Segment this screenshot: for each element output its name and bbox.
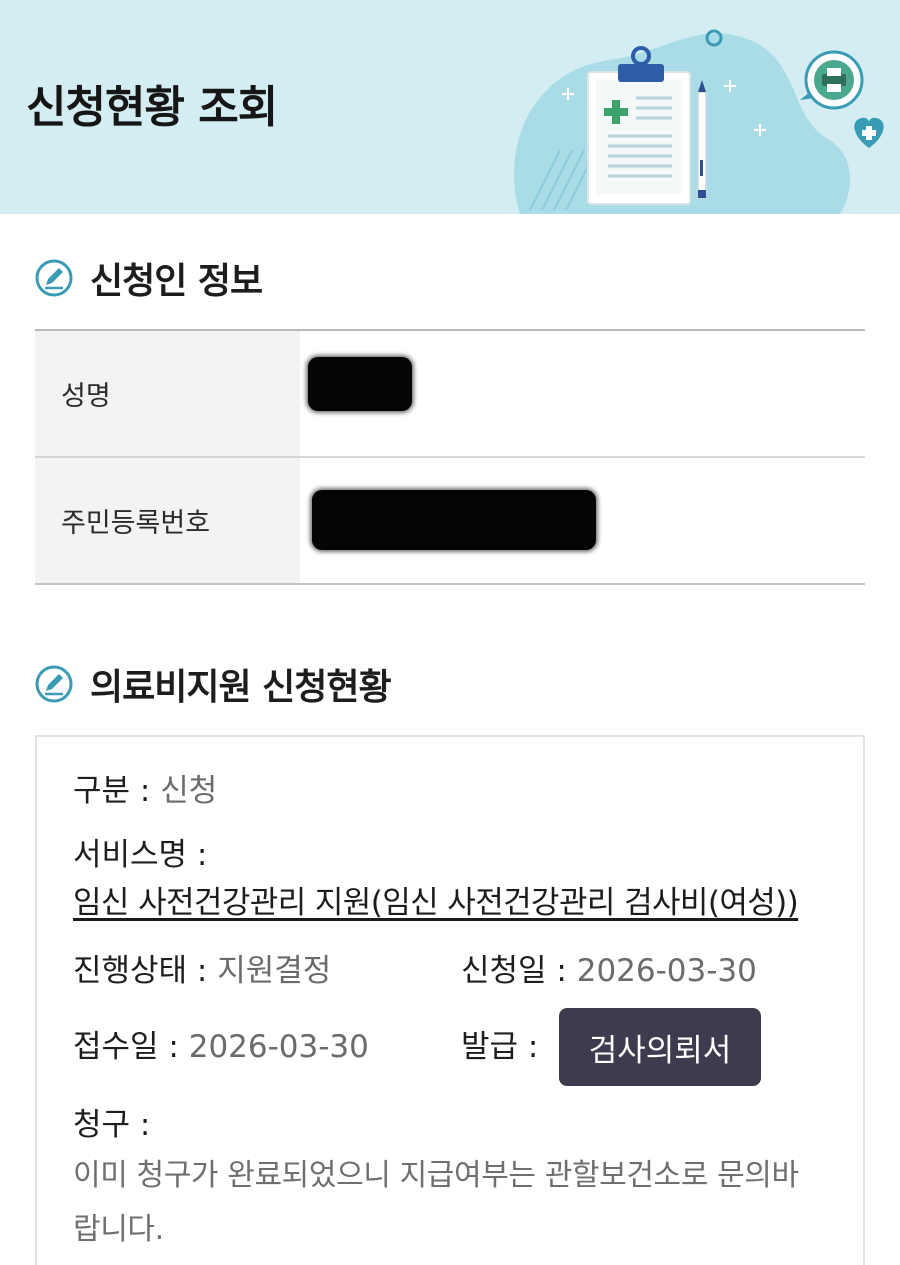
progress-label: 진행상태 :: [73, 953, 208, 989]
exam-request-button[interactable]: 검사의뢰서: [559, 1008, 761, 1086]
progress-field: 진행상태 : 지원결정: [73, 951, 331, 991]
name-value: [300, 331, 865, 456]
service-label: 서비스명 :: [73, 837, 208, 873]
claim-field: 청구 :: [73, 1105, 150, 1145]
issue-label: 발급 :: [461, 1029, 539, 1065]
support-status-heading: 의료비지원 신청현황: [34, 662, 392, 708]
section-title: 의료비지원 신청현황: [90, 667, 392, 708]
claim-label: 청구 :: [73, 1107, 151, 1143]
edit-circle-icon: [35, 259, 73, 297]
apply-date-value: 2026-03-30: [576, 953, 757, 989]
receipt-date-label: 접수일 :: [73, 1029, 179, 1065]
rrn-value: [300, 458, 865, 583]
printer-bubble-icon: [800, 50, 864, 110]
pencil-icon: [697, 80, 707, 199]
apply-date-label: 신청일 :: [461, 953, 567, 989]
header-banner: 신청현황 조회: [0, 0, 900, 214]
application-status-card: 구분 : 신청 서비스명 : 임신 사전건강관리 지원(임신 사전건강관리 검사…: [35, 735, 865, 1265]
applicant-info-table: 성명 주민등록번호: [35, 329, 865, 585]
redaction-mark: [308, 357, 412, 411]
service-name-link[interactable]: 임신 사전건강관리 지원(임신 사전건강관리 검사비(여성)): [73, 883, 799, 923]
name-label: 성명: [35, 331, 300, 456]
category-label: 구분 :: [73, 773, 151, 809]
heart-plus-icon: [854, 117, 884, 148]
applicant-info-heading: 신청인 정보: [34, 256, 263, 302]
redaction-mark: [312, 490, 596, 550]
category-field: 구분 : 신청: [73, 771, 217, 811]
receipt-date-value: 2026-03-30: [188, 1029, 369, 1065]
rrn-label: 주민등록번호: [35, 458, 300, 583]
section-title: 신청인 정보: [90, 261, 263, 302]
service-field: 서비스명 :: [73, 835, 207, 875]
receipt-date-field: 접수일 : 2026-03-30: [73, 1027, 369, 1067]
table-row-name: 성명: [35, 331, 865, 458]
claim-message: 이미 청구가 완료되었으니 지급여부는 관할보건소로 문의바랍니다.: [73, 1158, 799, 1247]
clipboard-illustration: [514, 29, 884, 214]
progress-value: 지원결정: [217, 953, 332, 989]
issue-field: 발급 :: [461, 1027, 538, 1067]
edit-circle-icon: [35, 665, 73, 703]
apply-date-field: 신청일 : 2026-03-30: [461, 951, 757, 991]
category-value: 신청: [160, 773, 218, 809]
page-title: 신청현황 조회: [26, 82, 278, 133]
table-row-rrn: 주민등록번호: [35, 458, 865, 585]
